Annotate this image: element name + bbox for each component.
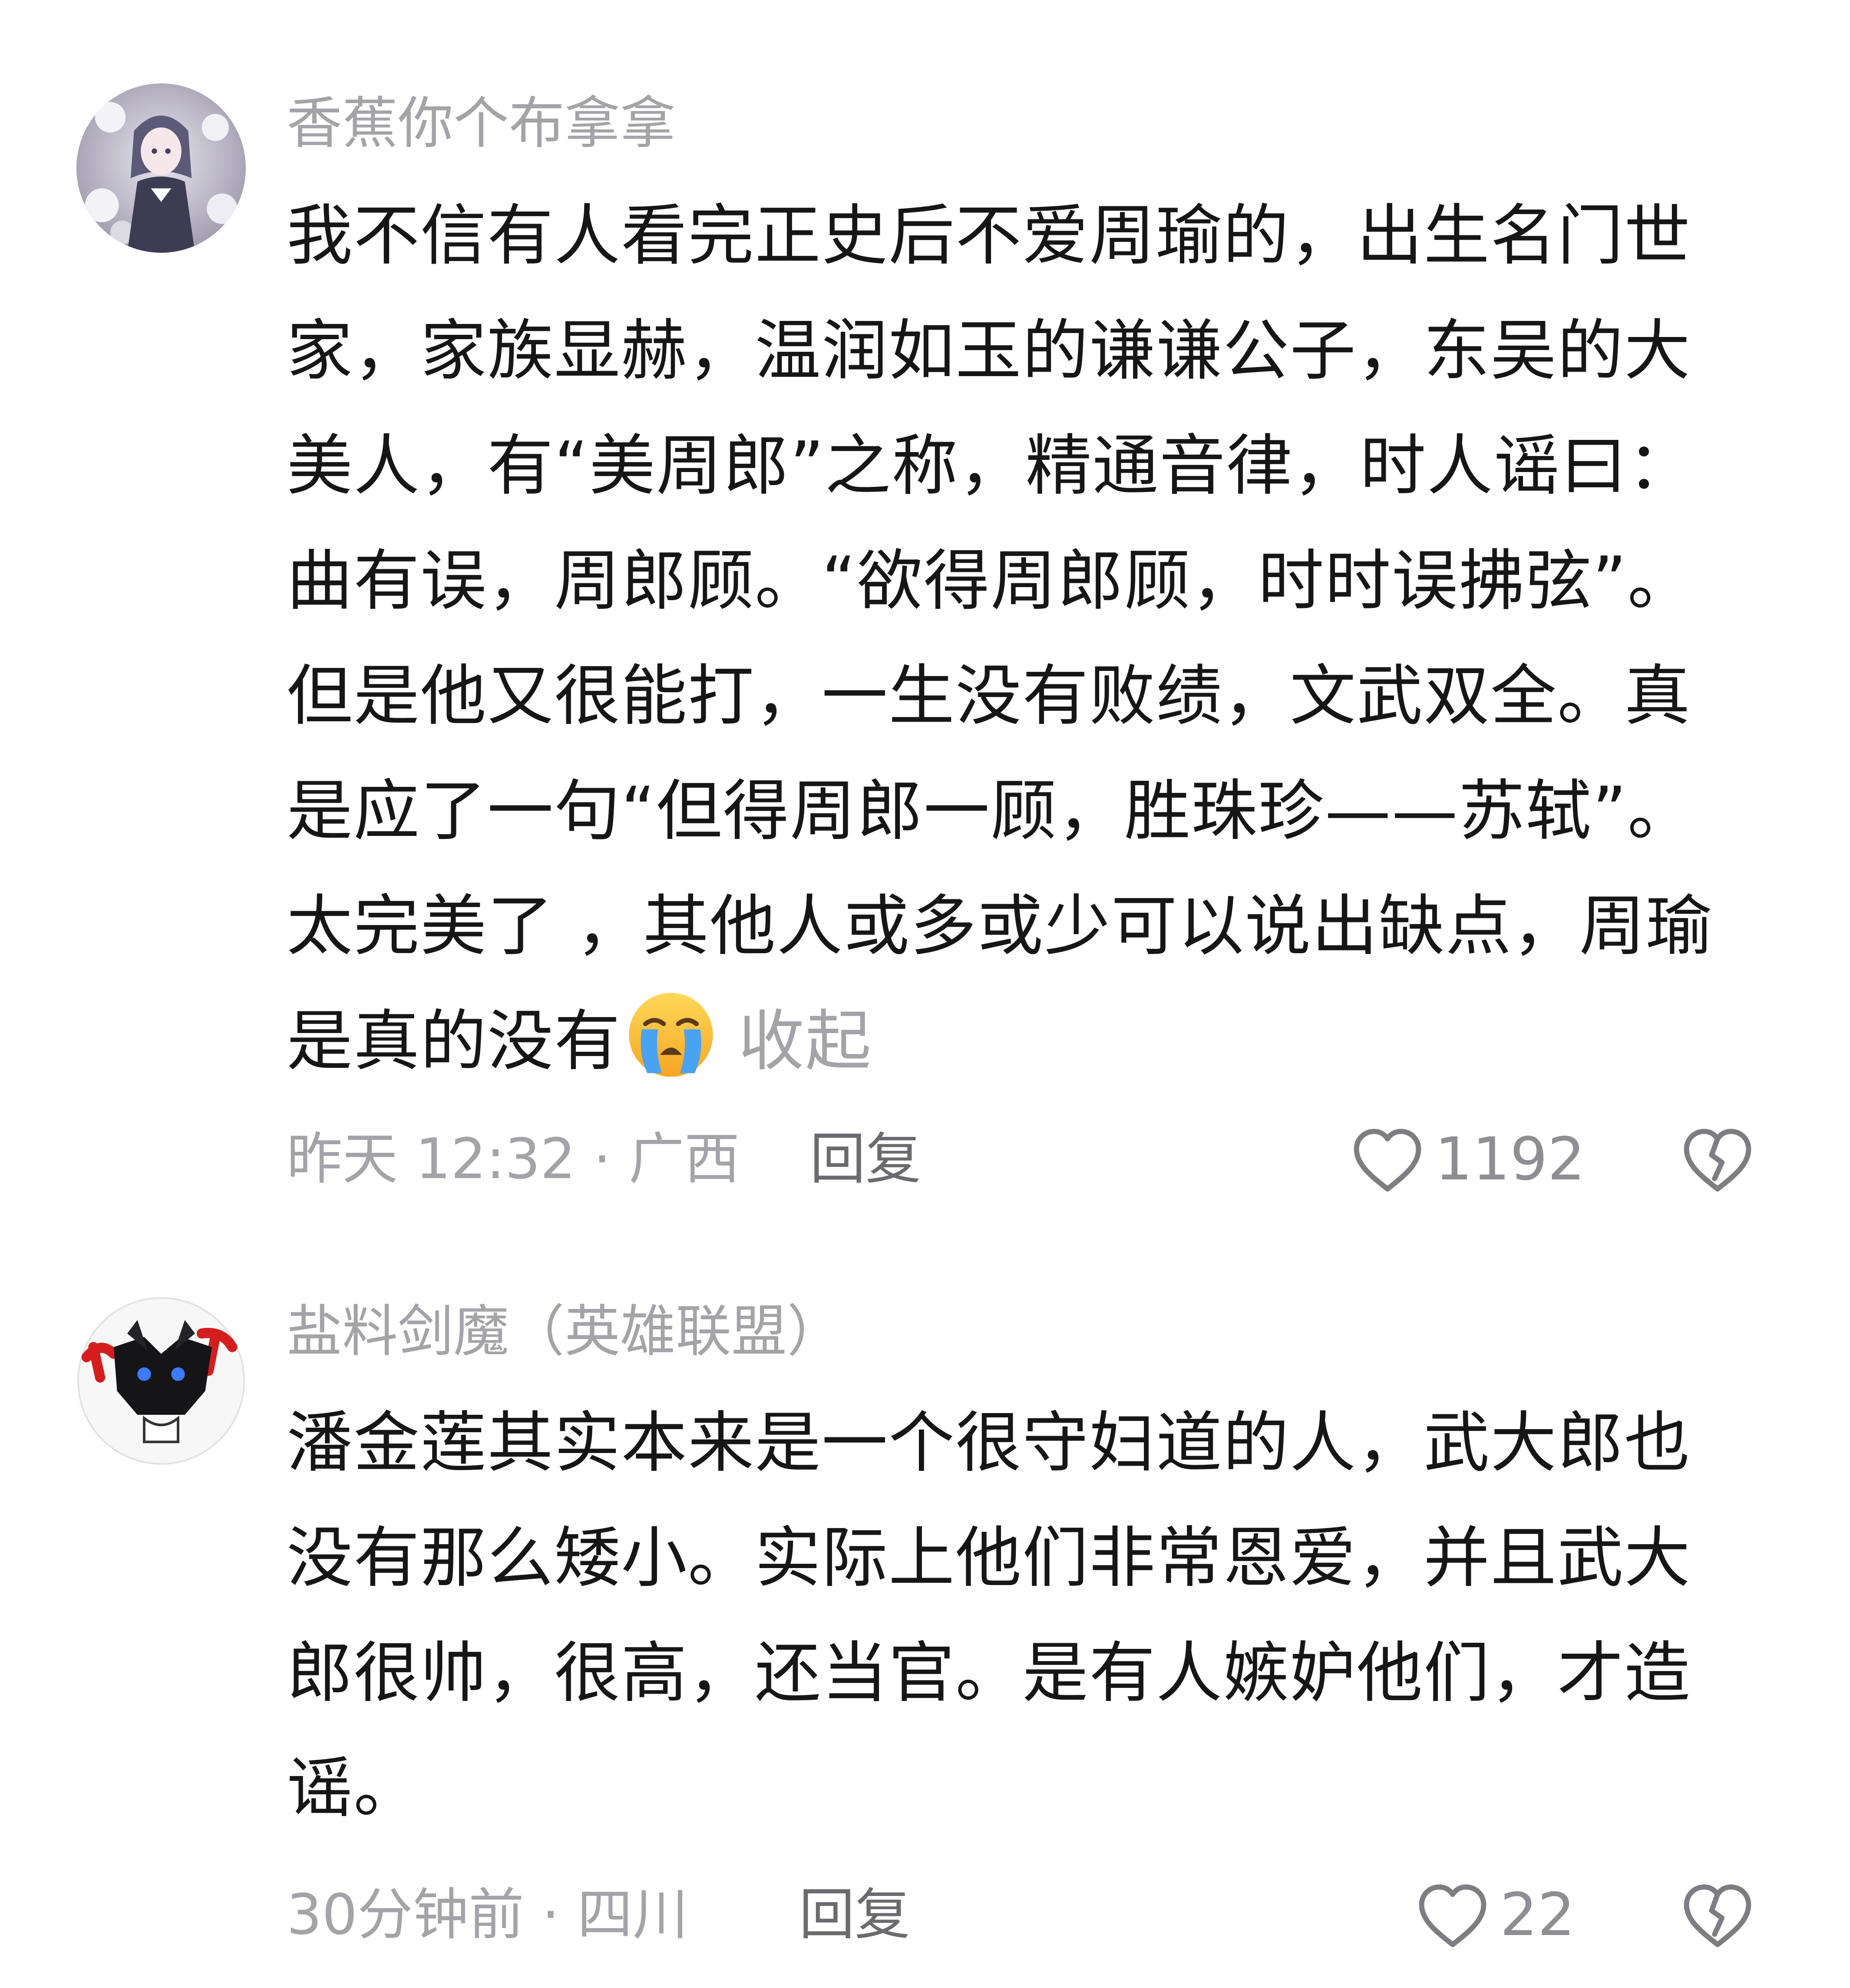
- dark-character-avatar-icon: [76, 1296, 246, 1466]
- comment-text-line: 美人，有“美周郎”之称，精通音律，时人谣曰：: [287, 427, 1695, 504]
- comment-text-line: 潘金莲其实本来是一个很守妇道的人，武大郎也: [287, 1404, 1691, 1481]
- comment-text: 我不信有人看完正史后不爱周瑜的，出生名门世 家，家族显赫，温润如玉的谦谦公子，东…: [287, 178, 1763, 1099]
- comment-text-line: 是真的没有 收起: [287, 984, 1763, 1099]
- like-button[interactable]: 1192: [1351, 1116, 1585, 1203]
- comment-text-line: 家，家族显赫，温润如玉的谦谦公子，东吴的大: [287, 312, 1691, 389]
- comment-text-line: 但是他又很能打，一生没有败绩，文武双全。真: [287, 657, 1691, 734]
- heart-outline-icon: [1419, 1884, 1487, 1947]
- user-avatar[interactable]: [76, 83, 246, 253]
- comment-username[interactable]: 香蕉你个布拿拿: [287, 89, 676, 159]
- broken-heart-icon[interactable]: [1681, 1880, 1754, 1950]
- comment-text-line: 郎很帅，很高，还当官。是有人嫉妒他们，才造: [287, 1635, 1691, 1711]
- comment-username[interactable]: 盐料剑魔（英雄联盟）: [287, 1297, 842, 1367]
- reply-button[interactable]: 回复: [799, 1872, 910, 1958]
- comment-text-line: 是应了一句“但得周郎一顾，胜珠珍——苏轼”。: [287, 773, 1695, 849]
- loudly-crying-face-icon: [629, 993, 713, 1077]
- comment-text-line: 没有那么矮小。实际上他们非常恩爱，并且武大: [287, 1519, 1691, 1596]
- comment-text-line: 我不信有人看完正史后不爱周瑜的，出生名门世: [287, 197, 1691, 274]
- comment-text: 潘金莲其实本来是一个很守妇道的人，武大郎也 没有那么矮小。实际上他们非常恩爱，并…: [287, 1385, 1763, 1846]
- comment-text-line-content: 是真的没有: [287, 1003, 621, 1080]
- user-avatar[interactable]: [76, 1296, 246, 1466]
- broken-heart-icon[interactable]: [1681, 1125, 1754, 1194]
- reply-button[interactable]: 回复: [810, 1116, 921, 1203]
- like-count: 1192: [1435, 1125, 1586, 1194]
- anime-girl-avatar-icon: [76, 83, 246, 253]
- comment-text-line: 谣。: [287, 1750, 420, 1826]
- like-count: 22: [1500, 1881, 1576, 1949]
- heart-outline-icon: [1354, 1129, 1421, 1192]
- comment-text-line: 曲有误，周郎顾。“欲得周郎顾，时时误拂弦”。: [287, 542, 1695, 619]
- comment-time-location: 30分钟前 · 四川: [287, 1882, 688, 1947]
- comment-text-line: 太完美了 ，其他人或多或少可以说出缺点，周瑜: [287, 888, 1713, 964]
- comment-time-location: 昨天 12:32 · 广西: [287, 1127, 740, 1192]
- collapse-button[interactable]: 收起: [738, 1003, 872, 1080]
- comment-meta-row: 30分钟前 · 四川 回复 22: [287, 1872, 1772, 1958]
- comment-meta-row: 昨天 12:32 · 广西 回复 1192: [287, 1116, 1772, 1203]
- like-button[interactable]: 22: [1416, 1872, 1575, 1958]
